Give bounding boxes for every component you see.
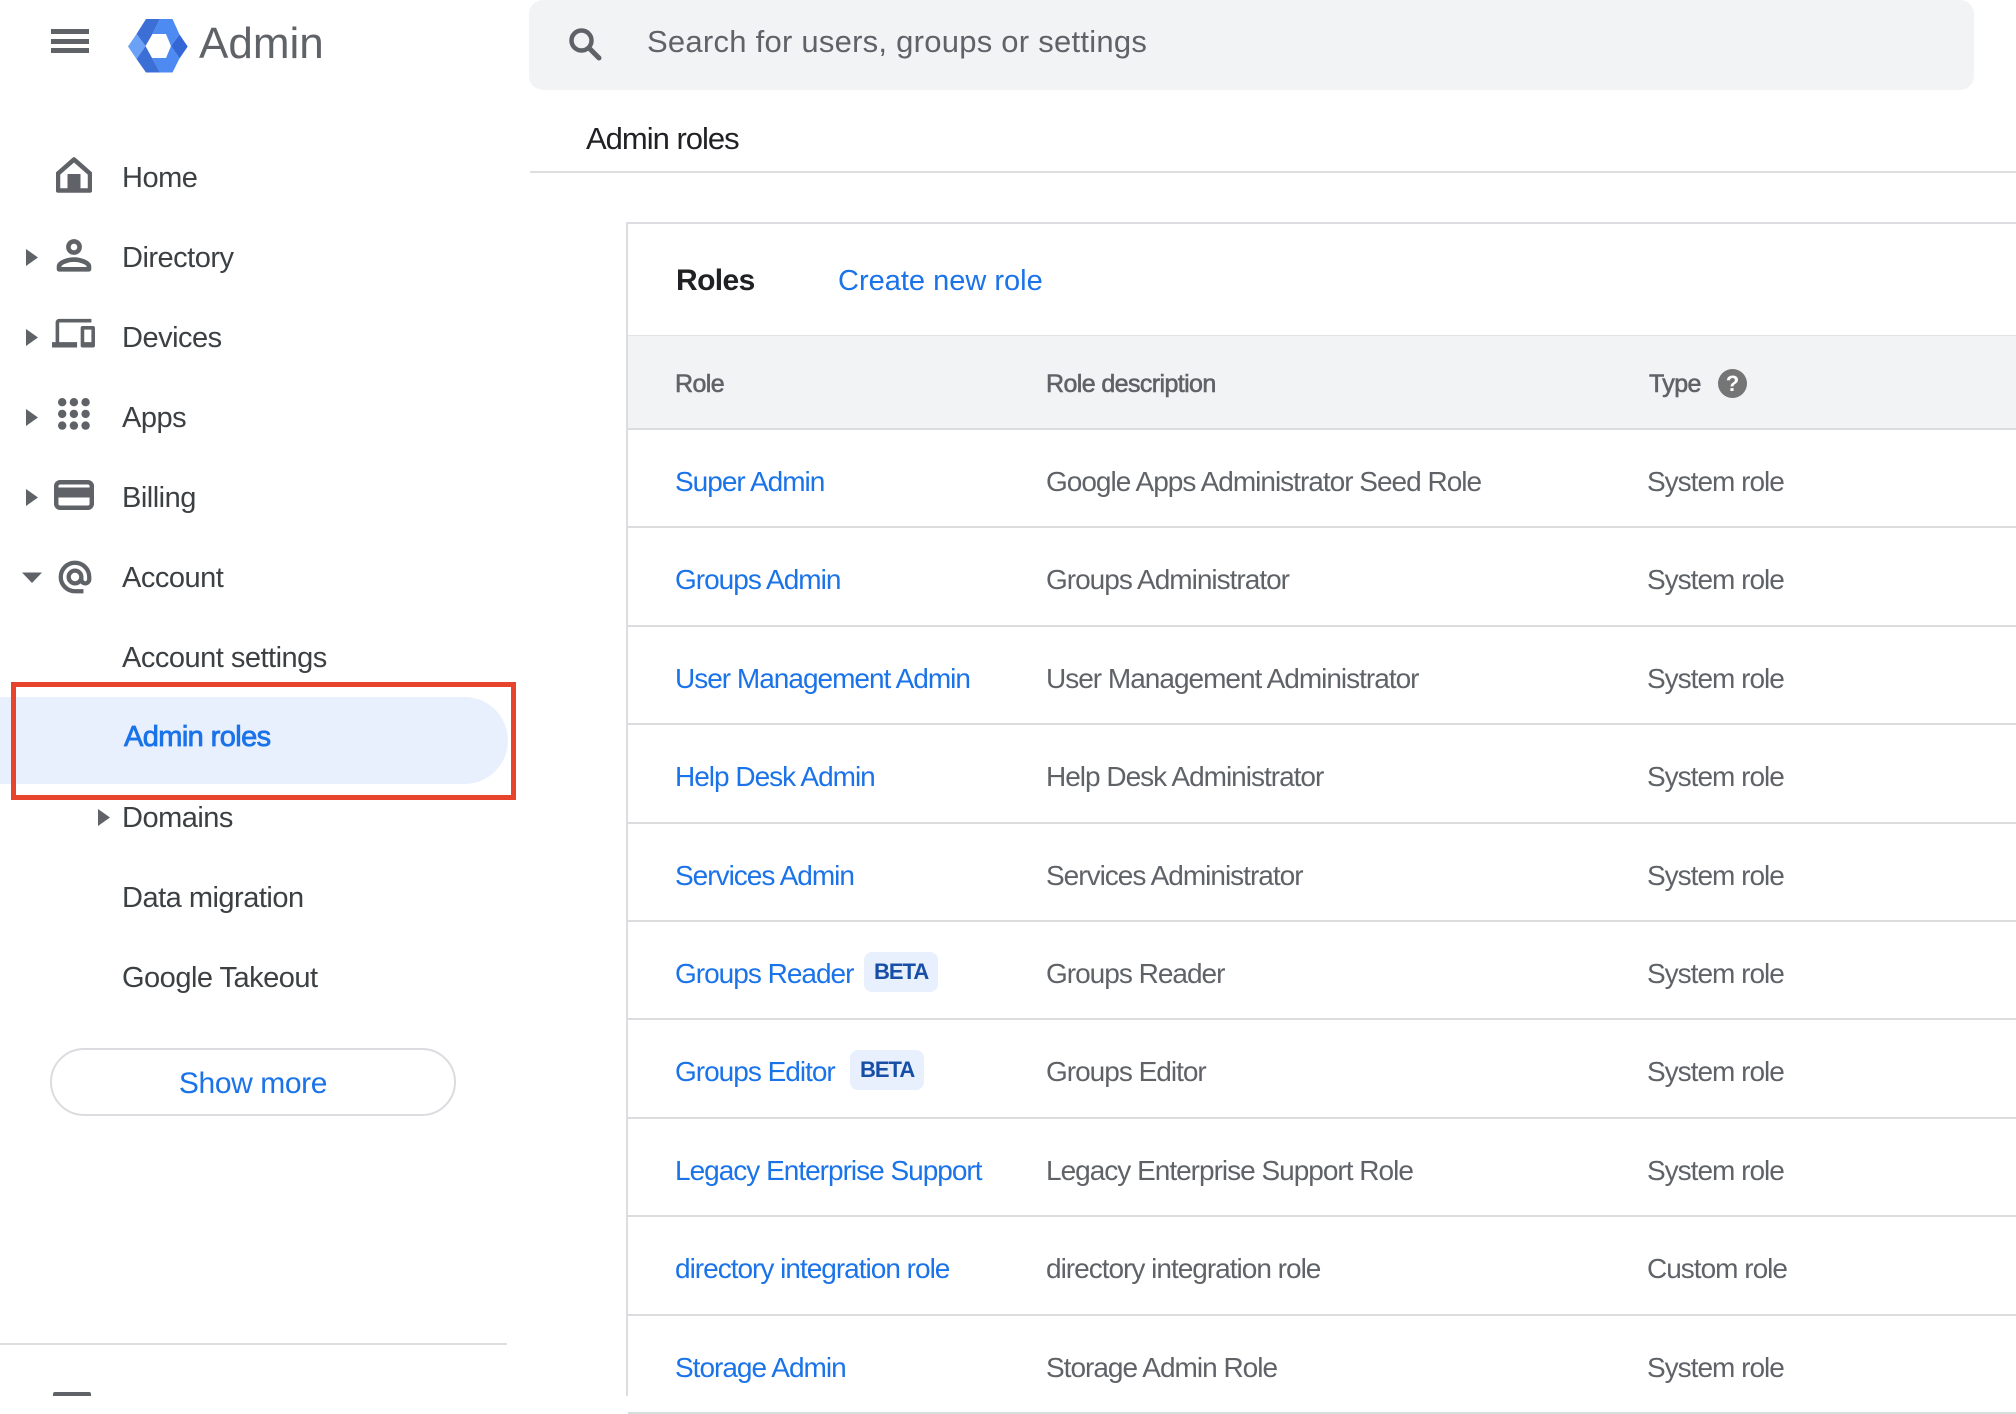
svg-text:?: ? bbox=[1726, 371, 1739, 396]
